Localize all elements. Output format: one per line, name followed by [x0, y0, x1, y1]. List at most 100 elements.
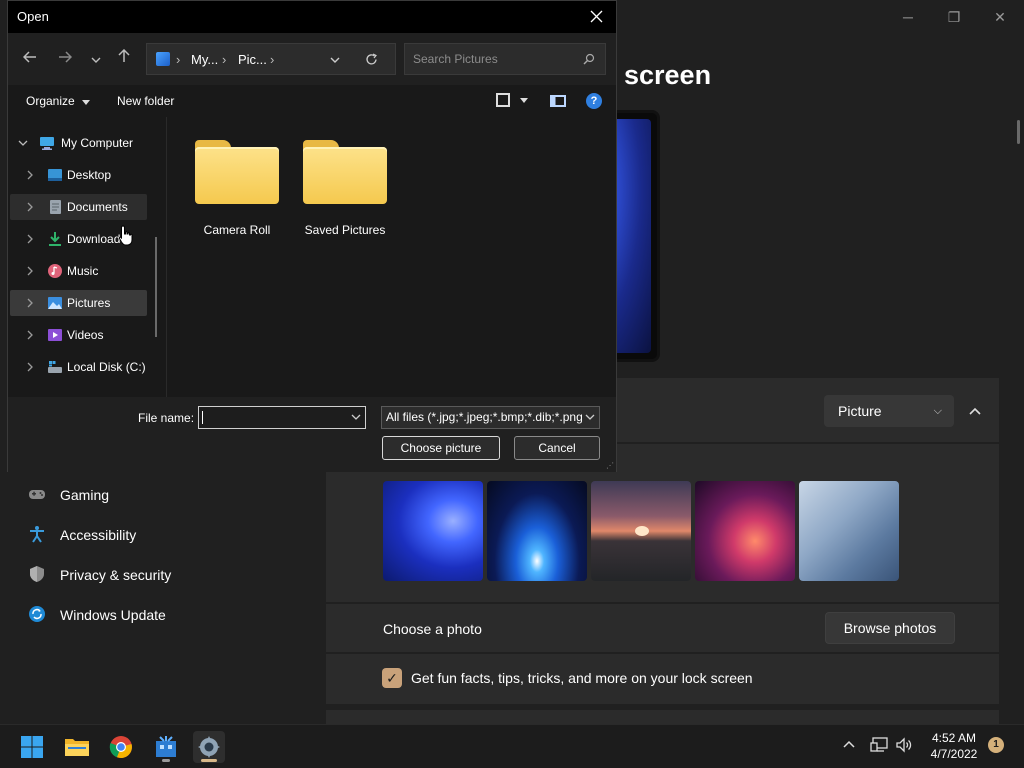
chrome-icon — [109, 736, 132, 759]
taskbar-file-explorer[interactable] — [61, 731, 93, 763]
dialog-close-button[interactable] — [582, 3, 610, 31]
dialog-title: Open — [17, 9, 49, 24]
tree-item-music[interactable]: Music — [10, 258, 147, 284]
tree-item-label: Music — [67, 264, 99, 278]
chevron-down-icon — [91, 57, 101, 63]
address-history-dropdown[interactable] — [330, 51, 340, 66]
organize-menu[interactable]: Organize — [26, 94, 91, 108]
tree-item-label: Pictures — [67, 296, 111, 310]
clock-date[interactable]: 4/7/2022 — [924, 747, 984, 761]
scrollbar[interactable] — [1017, 120, 1020, 144]
tree-item-label: Videos — [67, 328, 104, 342]
arrow-left-icon — [22, 51, 36, 63]
dialog-navigation-bar: › My... › Pic... › Search Pictures — [8, 33, 616, 85]
change-view-button[interactable] — [496, 93, 510, 107]
folder-saved-pictures[interactable]: Saved Pictures — [300, 137, 390, 237]
minimize-button[interactable]: ─ — [885, 4, 931, 30]
navigation-scrollbar[interactable] — [155, 237, 157, 337]
clock-time[interactable]: 4:52 AM — [928, 731, 980, 745]
notification-badge[interactable]: 1 — [988, 737, 1004, 753]
view-options-dropdown[interactable] — [520, 93, 528, 106]
file-type-filter-dropdown[interactable]: All files (*.jpg;*.jpeg;*.bmp;*.dib;*.pn… — [381, 406, 600, 429]
wallpaper-thumbnail[interactable] — [383, 481, 483, 581]
help-button[interactable]: ? — [586, 93, 602, 109]
taskbar-settings[interactable] — [193, 731, 225, 763]
back-button[interactable] — [18, 47, 42, 71]
dialog-footer: File name: All files (*.jpg;*.jpeg;*.bmp… — [8, 397, 616, 472]
show-hidden-icons-button[interactable] — [843, 736, 855, 751]
disk-icon — [48, 361, 62, 373]
wallpaper-thumbnail[interactable] — [591, 481, 691, 581]
close-window-button[interactable]: ✕ — [977, 4, 1023, 30]
chevron-up-icon — [969, 407, 981, 415]
file-name-input[interactable] — [198, 406, 366, 429]
caret-down-icon — [520, 98, 528, 103]
chevron-right-icon — [27, 362, 33, 372]
tree-item-desktop[interactable]: Desktop — [10, 162, 147, 188]
preview-pane-button[interactable] — [550, 95, 566, 107]
file-name-history-dropdown[interactable] — [351, 407, 361, 428]
tree-item-label: Local Disk (C:) — [67, 360, 146, 374]
wallpaper-thumbnail[interactable] — [487, 481, 587, 581]
tree-item-label: My Computer — [61, 136, 134, 150]
cancel-button[interactable]: Cancel — [514, 436, 600, 460]
choose-picture-button[interactable]: Choose picture — [382, 436, 500, 460]
chevron-down-icon — [330, 57, 340, 63]
refresh-button[interactable] — [365, 49, 378, 70]
sidebar-item-label: Accessibility — [60, 527, 137, 543]
breadcrumb-my-computer[interactable]: My... — [191, 52, 218, 67]
search-input[interactable]: Search Pictures — [404, 43, 606, 75]
tree-item-my-computer[interactable]: My Computer — [10, 130, 147, 156]
chevron-down-icon — [18, 140, 28, 146]
forward-button[interactable] — [53, 47, 77, 71]
browse-photos-button[interactable]: Browse photos — [825, 612, 955, 644]
tree-item-documents[interactable]: Documents — [10, 194, 147, 220]
hand-cursor-icon — [118, 225, 133, 246]
chevron-right-icon — [27, 330, 33, 340]
wallpaper-thumbnail[interactable] — [799, 481, 899, 581]
open-file-dialog: Open › My... › Pic... › Search Pictures … — [7, 0, 617, 472]
new-folder-button[interactable]: New folder — [117, 94, 174, 108]
desktop-icon — [48, 169, 62, 181]
shield-icon — [30, 566, 44, 582]
wallpaper-thumbnail[interactable] — [695, 481, 795, 581]
taskbar: 4:52 AM 4/7/2022 1 — [0, 724, 1024, 768]
chevron-right-icon — [27, 234, 33, 244]
sidebar-item-label: Gaming — [60, 487, 110, 503]
dialog-titlebar[interactable]: Open — [8, 1, 616, 33]
folder-camera-roll[interactable]: Camera Roll — [192, 137, 282, 237]
chevron-down-icon: ⌵ — [933, 405, 942, 417]
breadcrumb-pictures[interactable]: Pic... — [238, 52, 267, 67]
taskbar-app[interactable] — [150, 731, 182, 763]
volume-icon[interactable] — [895, 737, 913, 753]
videos-icon — [48, 329, 62, 341]
caret-down-icon — [82, 100, 91, 105]
chevron-right-icon — [27, 298, 33, 308]
dropdown-value: Picture — [838, 403, 882, 419]
collapse-button[interactable] — [960, 395, 990, 427]
gamepad-icon — [29, 490, 45, 499]
refresh-icon — [366, 53, 377, 65]
choose-photo-label: Choose a photo — [383, 621, 482, 637]
navigation-pane: My Computer Desktop Documents Downloads … — [8, 117, 166, 397]
file-list: Camera Roll Saved Pictures — [167, 117, 616, 397]
start-button[interactable] — [16, 731, 48, 763]
recent-locations-button[interactable] — [84, 47, 108, 71]
resize-grip-icon[interactable]: ⋰ — [606, 461, 614, 470]
tree-item-local-disk[interactable]: Local Disk (C:) — [10, 354, 147, 380]
search-placeholder: Search Pictures — [413, 52, 498, 66]
page-title: screen — [624, 60, 712, 90]
tree-item-pictures[interactable]: Pictures — [10, 290, 147, 316]
fun-facts-checkbox[interactable]: ✓ — [382, 668, 402, 688]
lock-screen-type-dropdown[interactable]: Picture ⌵ — [824, 395, 954, 427]
app-icon — [156, 736, 176, 757]
up-button[interactable] — [112, 47, 136, 71]
address-bar[interactable]: › My... › Pic... › — [146, 43, 396, 75]
windows-update-icon — [29, 606, 45, 622]
network-icon[interactable] — [870, 737, 888, 753]
maximize-button[interactable]: ❐ — [931, 4, 977, 30]
documents-icon — [50, 200, 61, 214]
music-icon — [48, 264, 62, 278]
tree-item-videos[interactable]: Videos — [10, 322, 147, 348]
taskbar-chrome[interactable] — [105, 731, 137, 763]
